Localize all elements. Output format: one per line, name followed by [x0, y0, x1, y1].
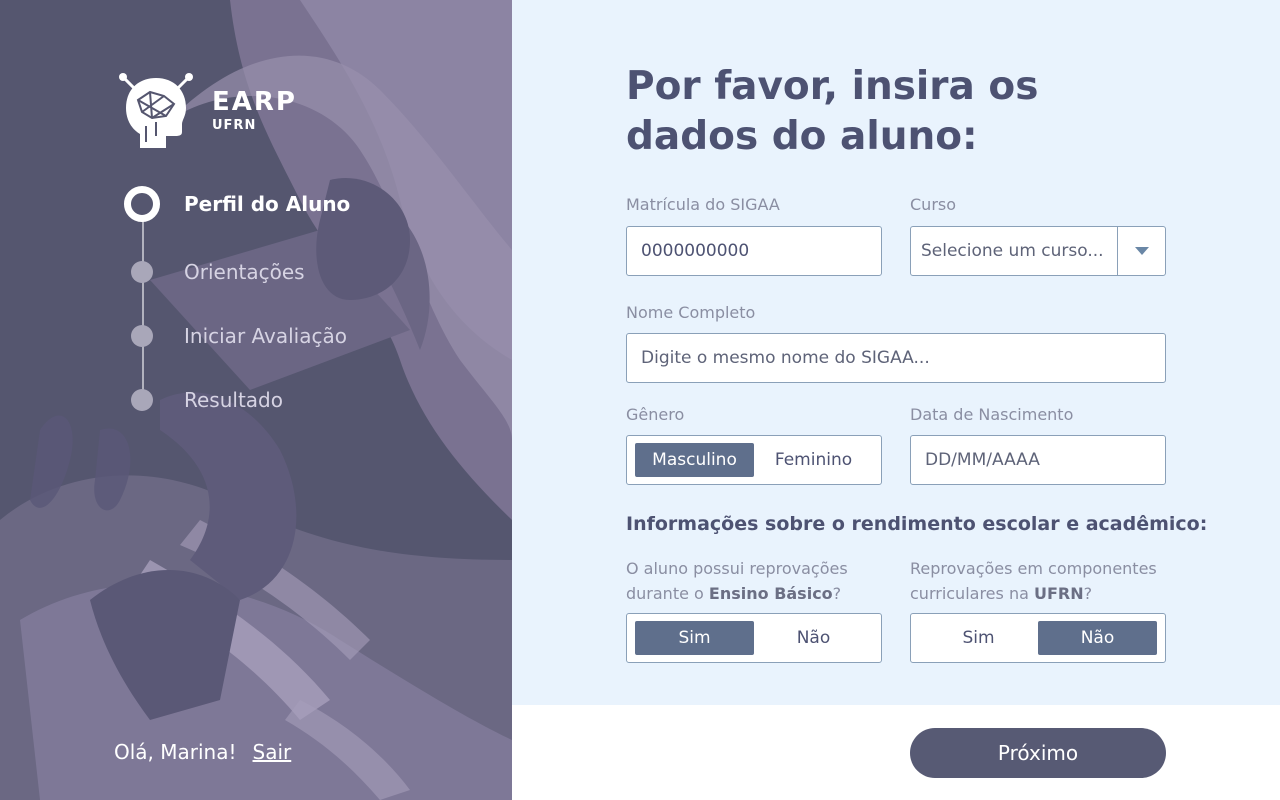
ensino-basico-toggle: Sim Não [626, 613, 882, 663]
brand-subtitle: UFRN [212, 117, 257, 133]
ufrn-option-sim[interactable]: Sim [919, 621, 1038, 655]
nome-completo-field[interactable]: Digite o mesmo nome do SIGAA... [626, 333, 1166, 383]
student-form-panel: Por favor, insira os dados do aluno: Mat… [512, 0, 1280, 800]
step-dot [131, 325, 153, 347]
step-label: Orientações [184, 260, 305, 284]
genero-option-masculino[interactable]: Masculino [635, 443, 754, 477]
step-label: Perfil do Aluno [184, 192, 351, 216]
ensino-basico-option-nao[interactable]: Não [754, 621, 873, 655]
sidebar: EARP UFRN Perfil do Aluno Orientações In… [0, 0, 512, 800]
brand-logo: EARP UFRN [116, 70, 297, 150]
ensino-basico-option-sim[interactable]: Sim [635, 621, 754, 655]
data-nascimento-field[interactable]: DD/MM/AAAA [910, 435, 1166, 485]
curso-select[interactable]: Selecione um curso... [910, 226, 1166, 276]
greeting-text: Olá, Marina! [114, 740, 237, 764]
chevron-down-icon[interactable] [1117, 227, 1165, 275]
next-button[interactable]: Próximo [910, 728, 1166, 778]
step-iniciar-avaliacao[interactable]: Iniciar Avaliação [124, 324, 347, 348]
question-ufrn: Reprovações em componentes curriculares … [910, 559, 1157, 603]
logout-link[interactable]: Sair [253, 740, 292, 764]
step-resultado[interactable]: Resultado [124, 388, 283, 412]
brain-head-icon [119, 73, 193, 148]
ufrn-option-nao[interactable]: Não [1038, 621, 1157, 655]
step-orientacoes[interactable]: Orientações [124, 260, 305, 284]
step-label: Iniciar Avaliação [184, 324, 347, 348]
step-label: Resultado [184, 388, 283, 412]
nascimento-label: Data de Nascimento [910, 405, 1074, 424]
genero-label: Gênero [626, 405, 685, 424]
matricula-label: Matrícula do SIGAA [626, 195, 780, 214]
curso-label: Curso [910, 195, 957, 214]
nome-label: Nome Completo [626, 303, 756, 322]
user-greeting: Olá, Marina! Sair [114, 740, 291, 764]
genero-option-feminino[interactable]: Feminino [754, 443, 873, 477]
section-title: Informações sobre o rendimento escolar e… [626, 513, 1208, 535]
step-dot [131, 389, 153, 411]
step-connector-line [142, 220, 144, 400]
step-dot [131, 261, 153, 283]
step-dot-active [124, 186, 160, 222]
brand-name: EARP [212, 86, 297, 117]
matricula-field[interactable]: 0000000000 [626, 226, 882, 276]
step-perfil-do-aluno[interactable]: Perfil do Aluno [124, 186, 350, 222]
curso-select-value: Selecione um curso... [921, 241, 1104, 261]
genero-toggle: Masculino Feminino [626, 435, 882, 485]
question-ensino-basico: O aluno possui reprovações durante o Ens… [626, 559, 848, 603]
page-title: Por favor, insira os dados do aluno: [626, 64, 1039, 159]
ufrn-toggle: Sim Não [910, 613, 1166, 663]
